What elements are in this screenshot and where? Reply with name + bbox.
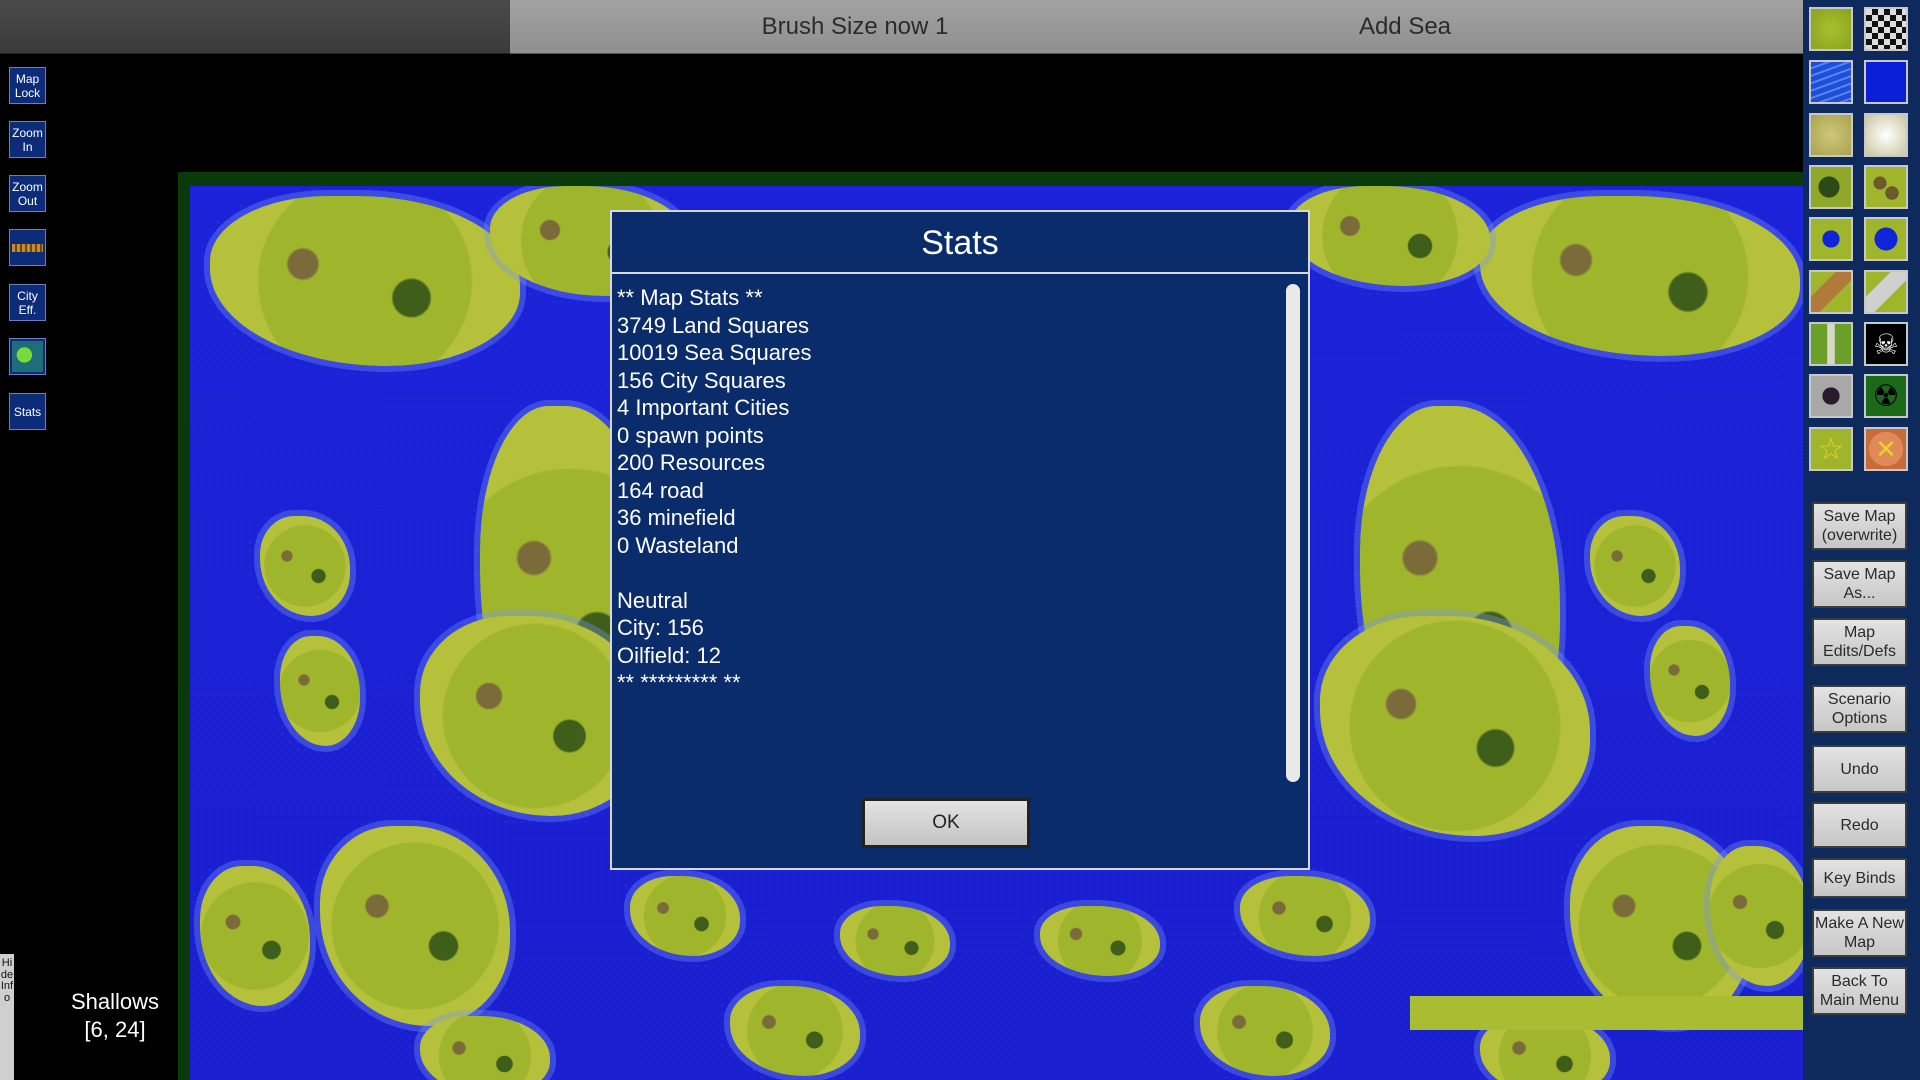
stats-line: Neutral (617, 587, 688, 613)
stats-line: 0 spawn points (617, 422, 764, 448)
lake-terrain-icon[interactable] (1809, 217, 1853, 261)
island (730, 986, 860, 1076)
save-map-overwrite-button[interactable]: Save Map (overwrite) (1812, 502, 1907, 550)
scenario-options-button[interactable]: Scenario Options (1812, 685, 1907, 733)
sea-terrain-icon[interactable] (1864, 60, 1908, 104)
stats-line: City: 156 (617, 615, 704, 640)
island (320, 826, 510, 1026)
map-edits-defs-button[interactable]: Map Edits/Defs (1812, 618, 1907, 666)
stats-line: 164 road (617, 477, 704, 503)
undo-button[interactable]: Undo (1812, 745, 1907, 793)
tile-info: Shallows [6, 24] (40, 988, 190, 1044)
tile-coordinates: [6, 24] (84, 1017, 146, 1042)
dialog-title: Stats (612, 212, 1308, 274)
island (1480, 196, 1800, 356)
make-new-map-button[interactable]: Make A New Map (1812, 909, 1907, 957)
island (420, 1016, 550, 1080)
ok-button[interactable]: OK (862, 798, 1030, 848)
stats-line: 200 Resources (617, 450, 765, 475)
save-map-as-button[interactable]: Save Map As... (1812, 560, 1907, 608)
island (1040, 906, 1160, 976)
road-terrain-icon[interactable] (1809, 322, 1853, 366)
hide-info-tab[interactable]: Hide Info (0, 954, 14, 1080)
island (1200, 986, 1330, 1076)
city-eff-button[interactable]: City Eff. (9, 284, 46, 321)
forest-terrain-icon[interactable] (1809, 165, 1853, 209)
island (200, 866, 310, 1006)
stats-line (617, 559, 1257, 587)
stats-line: 0 Wasteland (617, 532, 739, 558)
stats-text: ** Map Stats ** 3749 Land Squares 10019 … (617, 284, 1257, 697)
zoom-in-button[interactable]: Zoom In (9, 121, 46, 158)
snow-mountain-terrain-icon[interactable] (1864, 270, 1908, 314)
desert-terrain-icon[interactable] (1809, 113, 1853, 157)
radiation-wasteland-icon[interactable]: ☢ (1864, 374, 1908, 418)
hills-terrain-icon[interactable] (1864, 165, 1908, 209)
stats-line: Oilfield: 12 (617, 642, 721, 668)
island (280, 636, 360, 746)
stats-scrollbar[interactable] (1286, 284, 1300, 782)
large-lake-terrain-icon[interactable] (1864, 217, 1908, 261)
star-important-city-icon[interactable]: ☆ (1809, 427, 1853, 471)
stats-line: 3749 Land Squares (617, 312, 810, 338)
snow-terrain-icon[interactable] (1864, 113, 1908, 157)
terrain-name: Shallows (70, 989, 160, 1014)
shallows-terrain-icon[interactable] (1809, 60, 1853, 104)
brush-size-label: Brush Size now 1 (761, 13, 949, 40)
skull-minefield-icon[interactable]: ☠ (1864, 322, 1908, 366)
top-bar: Brush Size now 1 Add Sea (0, 0, 1803, 54)
spawn-point-icon[interactable]: ✕ (1864, 427, 1908, 471)
island (210, 196, 520, 366)
island (840, 906, 950, 976)
stats-line: 156 City Squares (617, 367, 786, 393)
island (1240, 876, 1370, 956)
zoom-out-button[interactable]: Zoom Out (9, 175, 46, 212)
minimap-icon (12, 341, 43, 372)
land-strip (1410, 996, 1803, 1030)
stats-line: ** Map Stats ** (617, 285, 763, 310)
stats-line: ** ********* ** (617, 670, 741, 695)
minimap-button[interactable] (9, 338, 46, 375)
island (1290, 186, 1490, 286)
stats-line: 36 minefield (617, 505, 736, 530)
grass-terrain-icon[interactable] (1809, 7, 1853, 51)
crater-icon[interactable] (1809, 374, 1853, 418)
island (630, 876, 740, 956)
stats-button[interactable]: Stats (9, 393, 46, 430)
island (1590, 516, 1680, 616)
back-to-main-menu-button[interactable]: Back To Main Menu (1812, 967, 1907, 1015)
edit-mode-label: Add Sea (1358, 13, 1452, 40)
mountain-terrain-icon[interactable] (1809, 270, 1853, 314)
road-icon (12, 243, 43, 252)
grid-toggle-icon[interactable] (1864, 7, 1908, 51)
map-lock-button[interactable]: Map Lock (9, 67, 46, 104)
key-binds-button[interactable]: Key Binds (1812, 858, 1907, 898)
redo-button[interactable]: Redo (1812, 802, 1907, 848)
top-bar-left-segment (0, 0, 510, 54)
road-tool-button[interactable] (9, 229, 46, 266)
stats-line: 10019 Sea Squares (617, 340, 812, 365)
island (260, 516, 350, 616)
island (1650, 626, 1730, 736)
stats-dialog: Stats ** Map Stats ** 3749 Land Squares … (610, 210, 1310, 870)
stats-line: 4 Important Cities (617, 395, 790, 420)
